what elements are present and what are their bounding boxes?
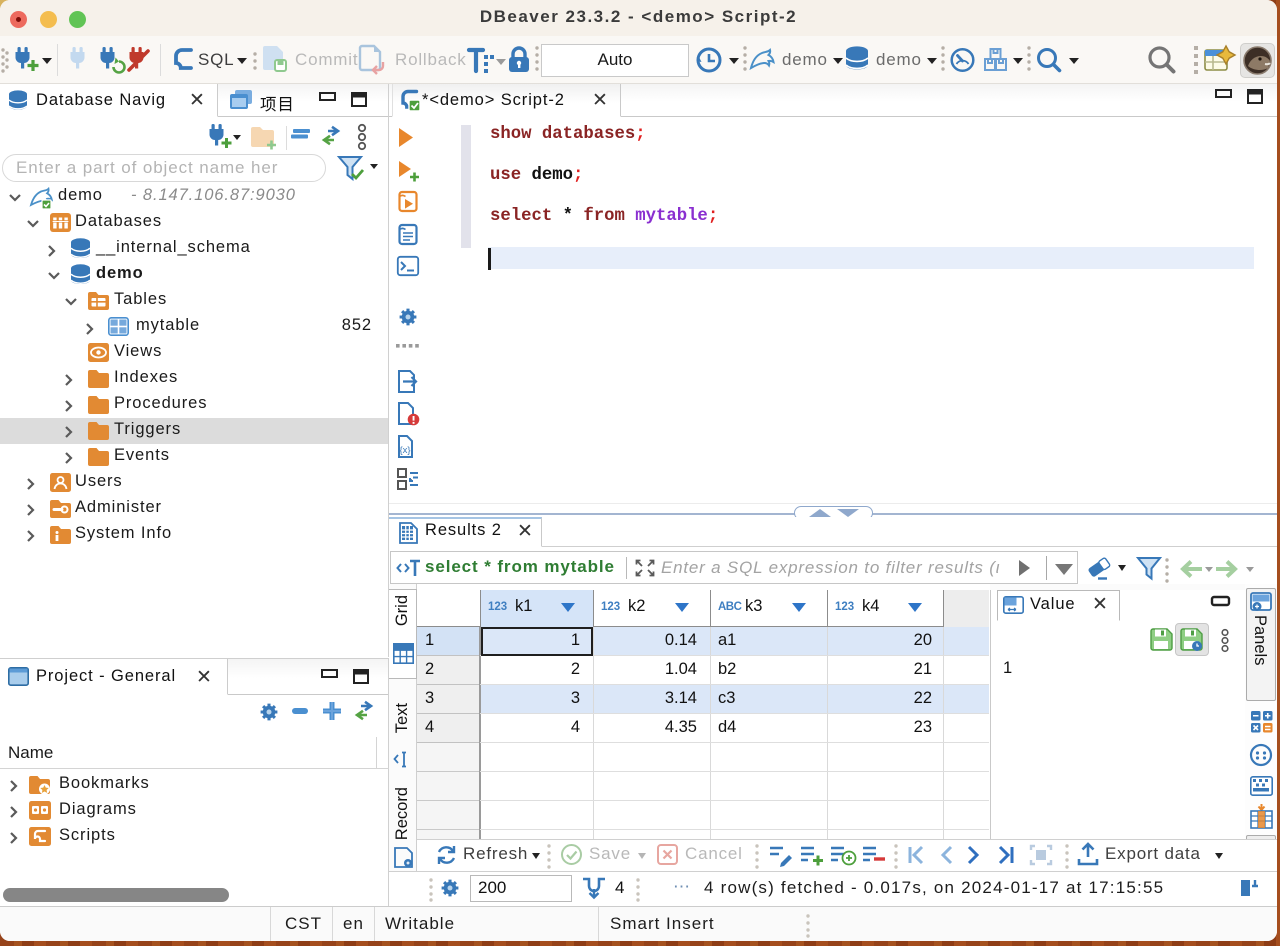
- svg-text:{x}: {x}: [400, 445, 411, 456]
